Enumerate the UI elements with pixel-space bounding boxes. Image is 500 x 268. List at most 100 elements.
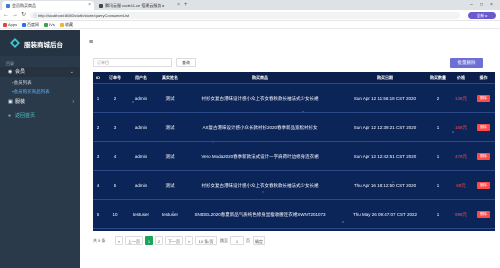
delete-button[interactable]: 删除 <box>477 95 490 102</box>
sidebar-item-member-purchases[interactable]: ▪会员购买商品列表 <box>0 87 80 96</box>
cell-order: 4 <box>113 154 117 159</box>
cell-price: 138元 <box>454 96 467 101</box>
cell-user: testuser <box>132 212 149 217</box>
maximize-icon[interactable]: □ <box>480 0 483 10</box>
cell-name: 测试 <box>165 125 175 130</box>
url-text: http://localhost:8080/cloth/store/queryC… <box>38 13 130 18</box>
table-row: 5 10 testuser testuser SNIDEL2020春夏新品气质纯… <box>93 200 495 229</box>
page-unit: 页 <box>246 238 250 243</box>
cell-price: 168元 <box>454 125 467 130</box>
user-icon: ◉ <box>8 69 13 75</box>
cell-qty: 1 <box>436 212 440 217</box>
close-window-icon[interactable]: × <box>490 0 493 10</box>
profile-label: 全新 ▸ <box>476 13 488 18</box>
sidebar-item-home[interactable]: ● 返回首页 <box>0 111 80 121</box>
reload-icon[interactable]: ↻ <box>21 10 26 21</box>
home-icon: ● <box>8 113 12 119</box>
cell-date: Thu Apr 16 18:12:50 CST 2020 <box>353 183 417 188</box>
column-header-id: ID <box>96 75 100 80</box>
page-size-select[interactable]: 10 条/页 <box>195 236 217 245</box>
sidebar-item-clothing[interactable]: ▣ 服装 › <box>0 97 80 107</box>
bookmark-ivs[interactable]: IVs <box>44 21 55 29</box>
goto-page-input[interactable]: 1 <box>230 236 244 245</box>
cell-product: SNIDEL2020春夏新品气质纯色修身显瘦收腰连衣裙SWNT201073 <box>194 212 326 217</box>
delete-button[interactable]: 删除 <box>477 211 490 218</box>
total-count: 共 5 条 <box>93 238 106 243</box>
browser-tab[interactable]: 腾讯云服 code11.cn 搭建云服务 ▸ × <box>95 1 183 10</box>
url-field[interactable]: ⓘ http://localhost:8080/cloth/store/quer… <box>30 12 460 19</box>
delete-button[interactable]: 删除 <box>477 124 490 131</box>
delete-button[interactable]: 删除 <box>477 153 490 160</box>
sidebar-item-members[interactable]: ◉ 会员 ⌄ <box>0 67 80 77</box>
folder-icon <box>60 22 64 27</box>
cell-qty: 1 <box>436 183 440 188</box>
close-tab-icon[interactable]: × <box>177 1 180 10</box>
goto-confirm-button[interactable]: 确定 <box>253 236 265 245</box>
batch-delete-label: 批量删除 <box>457 60 476 65</box>
close-tab-icon[interactable]: × <box>88 1 91 10</box>
bookmark-label: Apps <box>8 22 18 27</box>
cell-date: Thu May 26 09:47:07 CST 2022 <box>353 212 417 217</box>
sidebar-item-label: 服装 <box>15 99 26 105</box>
bookmark-label: 百度网 <box>27 22 39 27</box>
bookmark-apps[interactable]: Apps <box>3 21 17 29</box>
search-placeholder: 订单目 <box>97 60 109 65</box>
cell-price: 479元 <box>454 154 467 159</box>
table-row: 4 5 admin 测试 衬衫女复古港味设计感小众上衣女春秋款长袖法式少女长裙 … <box>93 171 495 200</box>
page-button-2[interactable]: 2 <box>155 236 163 245</box>
table-header: ID 订单号 用户名 真实姓名 购买商品 购买日期 购买数量 价格 操作 <box>93 72 495 84</box>
bookmark-favorites[interactable]: 收藏 <box>60 21 73 29</box>
cell-order: 10 <box>112 212 118 217</box>
browser-tab-active[interactable]: 会员购买商品 × <box>2 1 94 10</box>
new-tab-icon[interactable]: + <box>184 1 188 10</box>
cell-date: Sun Apr 12 12:39:21 CST 2020 <box>353 125 417 130</box>
first-page-icon[interactable]: « <box>115 236 123 245</box>
forward-icon[interactable]: → <box>12 10 18 21</box>
minimize-icon[interactable]: – <box>470 0 473 10</box>
cell-date: Sun Apr 12 12:42:51 CST 2020 <box>353 154 417 159</box>
bookmark-label: 收藏 <box>65 22 73 27</box>
search-input[interactable]: 订单目 <box>93 58 172 67</box>
sidebar-item-label: 会员 <box>15 69 26 75</box>
cell-order: 5 <box>113 183 117 188</box>
next-page-button[interactable]: 下一页 <box>165 236 183 245</box>
cell-price: 998元 <box>454 212 467 217</box>
delete-button[interactable]: 删除 <box>477 182 490 189</box>
menu-toggle-icon[interactable]: ≡ <box>89 39 93 46</box>
prev-page-button[interactable]: 上一页 <box>125 236 143 245</box>
batch-delete-button[interactable]: 批量删除 <box>450 58 483 68</box>
column-header-product: 购买商品 <box>252 75 268 80</box>
bookmark-label: IVs <box>49 22 55 27</box>
bookmarks-bar: Apps 百度网 IVs 收藏 <box>0 21 500 29</box>
table-row: 3 4 admin 测试 Vero Moda2020春季新款法式设计一字肩荷叶边… <box>93 142 495 171</box>
table-row: 2 3 admin 测试 AS复古港味设计感小众长款衬衫2020春季新品宽松衬衫… <box>93 113 495 142</box>
page-button-1[interactable]: 1 <box>145 236 153 245</box>
cell-date: Sun Apr 12 11:56:18 CST 2020 <box>353 96 417 101</box>
tab-title: 腾讯云服 code11.cn 搭建云服务 ▸ <box>105 3 165 8</box>
search-button[interactable]: 查询 <box>176 58 196 67</box>
column-header-name: 真实姓名 <box>162 75 178 80</box>
cell-id: 1 <box>96 96 100 101</box>
ivs-icon <box>44 22 48 27</box>
cell-name: testuser <box>161 212 178 217</box>
tab-title: 会员购买商品 <box>12 3 36 8</box>
shirt-icon: ▣ <box>8 99 13 105</box>
last-page-icon[interactable]: » <box>185 236 193 245</box>
pagination: 共 5 条 « 上一页 1 2 下一页 » 10 条/页 跳至 1 页 确定 <box>93 236 495 245</box>
cell-qty: 2 <box>436 96 440 101</box>
sidebar-item-label: 会员购买商品列表 <box>13 89 50 94</box>
cell-user: admin <box>134 183 148 188</box>
sidebar-item-member-list[interactable]: ▫会员列表 <box>0 78 80 87</box>
brand-name: 服装商城后台 <box>24 42 63 49</box>
profile-button[interactable]: 全新 ▸ <box>468 12 496 19</box>
goto-label: 跳至 <box>220 238 228 243</box>
bookmark-baidu[interactable]: 百度网 <box>22 21 39 29</box>
back-icon[interactable]: ← <box>3 10 9 21</box>
column-header-date: 购买日期 <box>377 75 393 80</box>
tab-favicon-icon <box>99 3 103 8</box>
brand: 服装商城后台 <box>0 30 80 56</box>
page-size-value: 10 条/页 <box>198 239 214 244</box>
address-bar-row: ← → ↻ ⓘ http://localhost:8080/cloth/stor… <box>0 10 500 21</box>
cell-order: 3 <box>113 125 117 130</box>
apps-icon <box>3 22 7 27</box>
